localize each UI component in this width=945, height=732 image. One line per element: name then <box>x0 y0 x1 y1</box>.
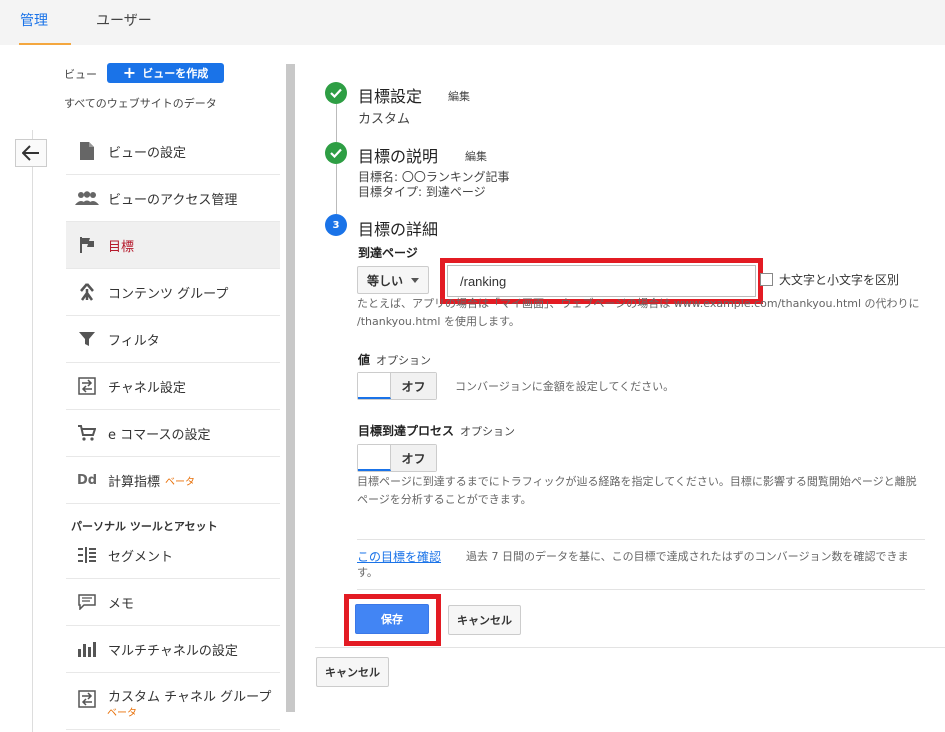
divider <box>357 539 925 540</box>
sidebar-item-channel-settings[interactable]: チャネル設定 <box>66 363 280 410</box>
sidebar-item-label: 目標 <box>108 239 135 255</box>
top-tab-bar: 管理 ユーザー <box>0 0 945 45</box>
calculated-metrics-icon-text: Dd <box>76 472 98 488</box>
funnel-label: 目標到達プロセス オプション <box>358 422 515 439</box>
value-help: コンバージョンに金額を設定してください。 <box>455 380 675 393</box>
sidebar-item-label: ビューの設定 <box>108 145 187 161</box>
goal-setup-value: カスタム <box>358 112 411 127</box>
plus-icon: + <box>122 63 137 82</box>
tab-admin[interactable]: 管理 <box>19 0 71 45</box>
sidebar-item-segments[interactable]: セグメント <box>66 532 280 579</box>
content-grouping-icon <box>66 283 108 301</box>
sidebar-item-multichannel-settings[interactable]: マルチチャネルの設定 <box>66 626 280 673</box>
funnel-label-text: 目標到達プロセス <box>358 424 455 438</box>
step-complete-check-icon <box>325 142 347 164</box>
people-icon <box>66 191 108 205</box>
channel-settings-icon <box>66 377 108 395</box>
value-label-text: 値 <box>358 353 371 367</box>
sidebar-scrollbar[interactable] <box>286 64 295 712</box>
sidebar-item-label: セグメント <box>108 549 174 565</box>
back-button[interactable] <box>15 139 47 167</box>
step-complete-check-icon <box>325 82 347 104</box>
sidebar-item-label: チャネル設定 <box>108 380 186 396</box>
funnel-optional-text: オプション <box>460 425 516 438</box>
toggle-knob <box>358 373 391 399</box>
arrow-left-icon <box>22 145 39 161</box>
sidebar-item-ecommerce-settings[interactable]: e コマースの設定 <box>66 410 280 457</box>
goal-setup-edit-link[interactable]: 編集 <box>448 88 470 104</box>
cancel-button-outer[interactable]: キャンセル <box>316 657 389 687</box>
sidebar-item-label: e コマースの設定 <box>108 427 211 443</box>
match-type-dropdown[interactable]: 等しい <box>357 266 429 294</box>
segments-icon <box>66 547 108 563</box>
bar-chart-icon <box>66 641 108 657</box>
value-toggle-state: オフ <box>391 373 436 399</box>
save-button[interactable]: 保存 <box>355 604 429 634</box>
step-connector-line <box>336 104 337 142</box>
flag-icon <box>66 237 108 253</box>
goal-setup-title: 目標設定 <box>358 87 423 106</box>
sidebar-item-view-settings[interactable]: ビューの設定 <box>66 128 280 175</box>
value-label: 値オプション <box>358 351 431 368</box>
value-toggle[interactable]: オフ <box>357 372 437 400</box>
view-name: すべてのウェブサイトのデータ <box>64 97 217 110</box>
create-view-button-label: ビューを作成 <box>142 67 209 80</box>
sidebar-item-filters[interactable]: フィルタ <box>66 316 280 363</box>
tab-users[interactable]: ユーザー <box>96 0 152 45</box>
step-connector-line <box>336 164 337 214</box>
calculated-metrics-icon: Dd <box>66 473 108 488</box>
case-sensitive-label: 大文字と小文字を区別 <box>779 273 900 287</box>
sidebar-item-label: カスタム チャネル グループ <box>108 690 272 705</box>
goal-details-title: 目標の詳細 <box>358 220 439 239</box>
sidebar-item-custom-channel-grouping[interactable]: カスタム チャネル グループ ベータ <box>66 673 280 730</box>
sidebar-item-label: 計算指標 <box>108 474 161 490</box>
cancel-button-inner[interactable]: キャンセル <box>448 605 521 635</box>
sidebar-item-goals[interactable]: 目標 <box>66 222 280 269</box>
divider <box>315 647 945 648</box>
sidebar-item-label: メモ <box>108 596 135 612</box>
divider <box>357 589 925 590</box>
goal-description-edit-link[interactable]: 編集 <box>465 148 487 164</box>
case-sensitive-checkbox[interactable] <box>760 273 773 286</box>
beta-badge: ベータ <box>165 476 196 488</box>
verify-description-line2: す。 <box>357 566 378 579</box>
custom-channel-icon <box>66 686 108 708</box>
verify-goal-link[interactable]: この目標を確認 <box>357 548 441 565</box>
sidebar-divider-line <box>32 130 33 732</box>
destination-help-line1: たとえば、アプリの場合は「マイ画面」、ウェブページの場合は www.exampl… <box>357 297 920 310</box>
sidebar-item-content-grouping[interactable]: コンテンツ グループ <box>66 269 280 316</box>
toggle-knob <box>358 445 391 471</box>
cart-icon <box>66 425 108 441</box>
verify-description-line1: 過去 7 日間のデータを基に、この目標で達成されたはずのコンバージョン数を確認で… <box>466 550 909 563</box>
match-type-value: 等しい <box>366 273 403 288</box>
sidebar-item-annotations[interactable]: メモ <box>66 579 280 626</box>
step-number-badge: 3 <box>325 214 347 236</box>
annotation-icon <box>66 594 108 610</box>
value-optional-text: オプション <box>376 354 432 367</box>
sidebar-item-calculated-metrics[interactable]: Dd 計算指標 ベータ <box>66 457 280 504</box>
sidebar-item-label: マルチチャネルの設定 <box>108 643 238 659</box>
caret-down-icon <box>411 277 419 283</box>
funnel-toggle[interactable]: オフ <box>357 444 437 472</box>
goal-description-title: 目標の説明 <box>358 147 439 166</box>
beta-badge: ベータ <box>107 708 137 719</box>
sidebar-item-label: フィルタ <box>108 333 160 349</box>
funnel-help-line2: ページを分析することができます。 <box>357 493 532 506</box>
view-label: ビュー <box>64 68 97 81</box>
create-view-button[interactable]: + ビューを作成 <box>107 63 224 83</box>
goal-type-line: 目標タイプ: 到達ページ <box>358 185 486 199</box>
destination-help-line2: /thankyou.html を使用します。 <box>357 315 520 328</box>
destination-label: 到達ページ <box>358 246 418 260</box>
destination-input[interactable] <box>447 265 756 297</box>
sidebar-item-label: ビューのアクセス管理 <box>108 192 238 208</box>
sidebar-item-view-access[interactable]: ビューのアクセス管理 <box>66 175 280 222</box>
filter-icon <box>66 331 108 347</box>
funnel-toggle-state: オフ <box>391 445 436 471</box>
funnel-help-line1: 目標ページに到達するまでにトラフィックが辿る経路を指定してください。目標に影響す… <box>357 475 917 488</box>
document-icon <box>66 142 108 160</box>
sidebar-item-label: コンテンツ グループ <box>108 286 229 302</box>
